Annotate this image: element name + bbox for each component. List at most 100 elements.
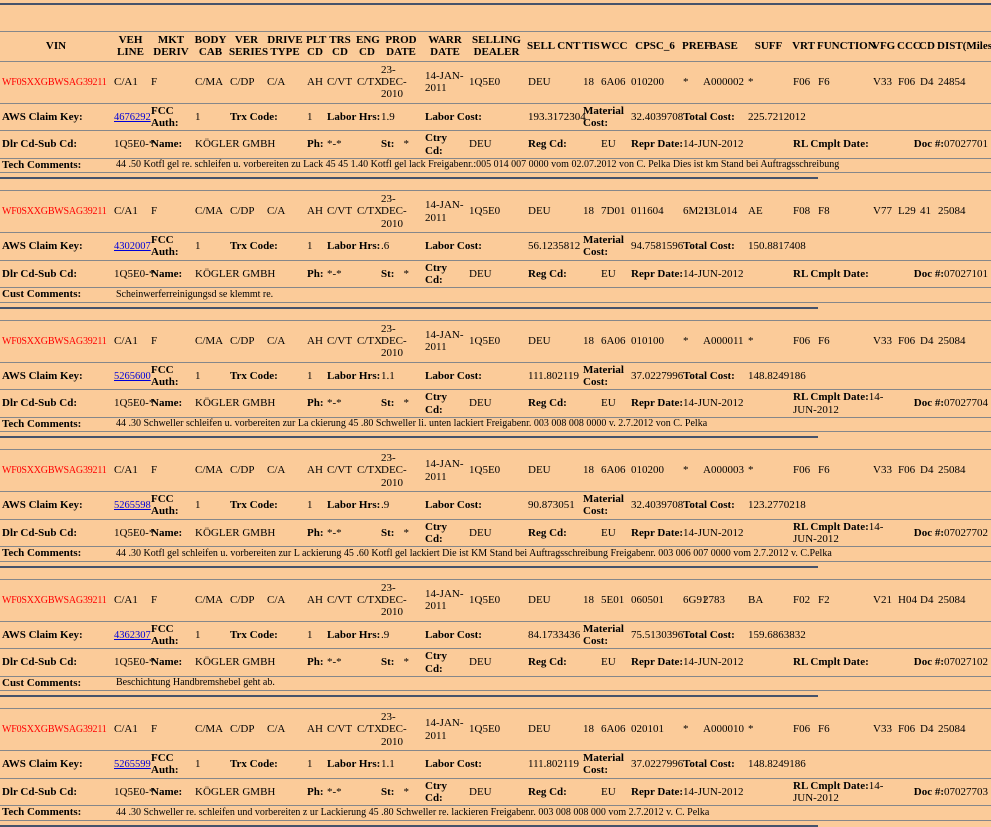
state-cell: St:* <box>379 131 423 159</box>
dlr-cd-sub-cd-label: Dlr Cd-Sub Cd: <box>0 260 112 288</box>
claim-cost-row: AWS Claim Key: 4362307 FCC Auth: 1 Trx C… <box>0 621 991 649</box>
selling-dealer-value: 1Q5E0 <box>467 709 526 751</box>
mkt-deriv-value: F <box>149 320 193 362</box>
doc-number-value: 07027101 <box>944 268 988 280</box>
material-cost-value: 32.4039708 <box>629 492 681 520</box>
cpsc-6-value: 010200 <box>629 450 681 492</box>
state-value: * <box>403 527 409 539</box>
veh-line-value: C/A1 <box>112 450 149 492</box>
dlr-cd-sub-cd-value: 1Q5E0-* <box>112 519 149 547</box>
vfg-value: V33 <box>871 61 896 103</box>
reg-cd-label: Reg Cd: <box>526 649 599 677</box>
fcc-auth-label: FCC Auth: <box>149 492 193 520</box>
state-cell: St:* <box>379 778 423 806</box>
dealer-name-value: KÖGLER GMBH <box>193 519 305 547</box>
function-value: F2 <box>816 579 871 621</box>
aws-claim-key-cell: 5265599 <box>112 751 149 779</box>
claims-page: { "colors": { "background": "#fbcb99", "… <box>0 3 991 724</box>
col-header-wcc: WCC <box>599 32 629 61</box>
vfg-value: V33 <box>871 450 896 492</box>
selling-dealer-value: 1Q5E0 <box>467 191 526 233</box>
tis-value: 18 <box>581 579 599 621</box>
warr-date-value: 14-JAN-2011 <box>423 320 467 362</box>
labor-hrs-label: Labor Hrs: <box>325 621 379 649</box>
reg-cd-label: Reg Cd: <box>526 519 599 547</box>
reg-cd-value: EU <box>599 649 629 677</box>
state-cell: St:* <box>379 390 423 418</box>
vin-value: WF0SXXGBWSAG39211 <box>0 320 112 362</box>
rl-cmplt-date-label: RL Cmplt Date: <box>793 138 869 150</box>
dist-miles-value: 25084 <box>936 709 991 751</box>
material-cost-label: Material Cost: <box>581 621 629 649</box>
suff-value: * <box>746 450 791 492</box>
comments-text: 44 .50 Kotfl gel re. schleifen u. vorber… <box>112 158 991 172</box>
trs-cd-value: C/VT <box>325 320 355 362</box>
cpsc-6-value: 020101 <box>629 709 681 751</box>
aws-claim-key-link[interactable]: 5265599 <box>114 759 151 770</box>
rl-cmplt-date-cell: RL Cmplt Date:14-JUN-2012 <box>791 519 896 547</box>
ctry-cd-value: DEU <box>467 778 526 806</box>
ctry-cd-label: Ctry Cd: <box>423 649 467 677</box>
vehicle-data-row: WF0SXXGBWSAG39211 C/A1 F C/MA C/DP C/A A… <box>0 61 991 103</box>
claim-record-table: WF0SXXGBWSAG39211 C/A1 F C/MA C/DP C/A A… <box>0 449 991 562</box>
rl-cmplt-date-cell: RL Cmplt Date: <box>791 260 896 288</box>
veh-line-value: C/A1 <box>112 709 149 751</box>
repr-date-value: 14-JUN-2012 <box>683 397 744 409</box>
vfg-value: V21 <box>871 579 896 621</box>
claim-cost-row: AWS Claim Key: 4676292 FCC Auth: 1 Trx C… <box>0 103 991 131</box>
doc-number-cell: Doc #:07027101 <box>896 260 991 288</box>
col-header-sell-cnt: SELL CNT <box>526 32 581 61</box>
ctry-cd-label: Ctry Cd: <box>423 519 467 547</box>
ccc-value: F06 <box>896 709 918 751</box>
doc-number-label: Doc #: <box>914 656 944 668</box>
prod-date-value: 23-DEC-2010 <box>379 61 423 103</box>
ctry-cd-value: DEU <box>467 649 526 677</box>
reg-cd-label: Reg Cd: <box>526 260 599 288</box>
trs-cd-value: C/VT <box>325 191 355 233</box>
vin-value: WF0SXXGBWSAG39211 <box>0 191 112 233</box>
fcc-auth-value: 1 <box>193 492 228 520</box>
aws-claim-key-link[interactable]: 4362307 <box>114 630 151 641</box>
dealer-name-value: KÖGLER GMBH <box>193 649 305 677</box>
pref-value: 6M21 <box>681 191 701 233</box>
col-header-vin: VIN <box>0 32 112 61</box>
dealer-info-row: Dlr Cd-Sub Cd: 1Q5E0-* Name: KÖGLER GMBH… <box>0 260 991 288</box>
phone-value: *-* <box>325 519 379 547</box>
selling-dealer-value: 1Q5E0 <box>467 61 526 103</box>
trx-code-value: 1 <box>305 362 325 390</box>
trx-code-label: Trx Code: <box>228 103 305 131</box>
cd-value: D4 <box>918 709 936 751</box>
aws-claim-key-link[interactable]: 4302007 <box>114 241 151 252</box>
total-cost-label: Total Cost: <box>681 103 746 131</box>
warr-date-value: 14-JAN-2011 <box>423 709 467 751</box>
total-cost-value: 148.8249186 <box>746 751 991 779</box>
ccc-value: H04 <box>896 579 918 621</box>
doc-number-value: 07027703 <box>944 786 988 798</box>
aws-claim-key-label: AWS Claim Key: <box>0 621 112 649</box>
aws-claim-key-link[interactable]: 5265600 <box>114 371 151 382</box>
dlr-cd-sub-cd-label: Dlr Cd-Sub Cd: <box>0 649 112 677</box>
state-value: * <box>403 268 409 280</box>
cd-value: D4 <box>918 450 936 492</box>
trs-cd-value: C/VT <box>325 450 355 492</box>
state-label: St: <box>381 138 394 150</box>
ccc-value: F06 <box>896 320 918 362</box>
prod-date-value: 23-DEC-2010 <box>379 191 423 233</box>
ver-series-value: C/DP <box>228 709 265 751</box>
labor-cost-label: Labor Cost: <box>423 751 526 779</box>
repr-date-value: 14-JUN-2012 <box>683 138 744 150</box>
total-cost-value: 225.7212012 <box>746 103 991 131</box>
labor-cost-label: Labor Cost: <box>423 233 526 261</box>
wcc-value: 7D01 <box>599 191 629 233</box>
dlr-cd-sub-cd-value: 1Q5E0-* <box>112 649 149 677</box>
aws-claim-key-link[interactable]: 4676292 <box>114 112 151 123</box>
labor-hrs-label: Labor Hrs: <box>325 751 379 779</box>
col-header-cd: CD <box>918 32 936 61</box>
aws-claim-key-link[interactable]: 5265598 <box>114 500 151 511</box>
suff-value: * <box>746 61 791 103</box>
claim-record: WF0SXXGBWSAG39211 C/A1 F C/MA C/DP C/A A… <box>0 708 991 827</box>
cpsc-6-value: 010100 <box>629 320 681 362</box>
phone-value: *-* <box>325 131 379 159</box>
vfg-value: V33 <box>871 709 896 751</box>
base-value: 13L014 <box>701 191 746 233</box>
